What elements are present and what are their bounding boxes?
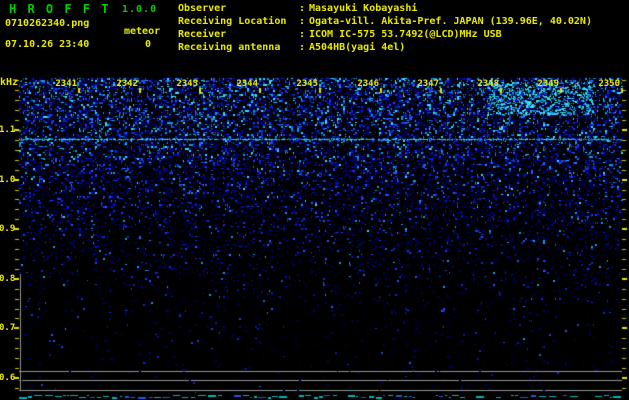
x-axis-tick-label: 2341	[55, 79, 77, 89]
info-row-receiver: Receiver: ICOM IC-575 53.7492(@LCD)MHz US…	[178, 29, 502, 40]
spectrogram-canvas	[0, 0, 629, 400]
x-axis-tick-label: 2345	[296, 79, 318, 89]
y-axis-tick-label: 0.7	[0, 323, 16, 333]
y-axis-tick-label: 0.9	[0, 224, 16, 234]
info-row-receiving-antenna: Receiving antenna: A504HB(yagi 4el)	[178, 42, 405, 53]
hrofft-screen: H R O F F T 1.0.0 0710262340.png meteor …	[0, 0, 629, 400]
y-axis-tick-label: 0.8	[0, 274, 16, 284]
x-axis-tick-label: 2349	[537, 79, 559, 89]
info-separator: :	[299, 3, 306, 14]
info-label: Receiving Location	[178, 16, 287, 27]
info-value: Masayuki Kobayashi	[309, 3, 418, 14]
x-axis-tick-label: 2343	[176, 79, 198, 89]
output-filename: 0710262340.png	[5, 18, 90, 29]
info-value: Ogata-vill. Akita-Pref. JAPAN (139.96E, …	[309, 16, 592, 27]
info-separator: :	[299, 16, 306, 27]
datetime-label: 07.10.26 23:40	[5, 39, 90, 50]
x-axis-tick-label: 2344	[236, 79, 258, 89]
meteor-count: 0	[145, 39, 152, 50]
y-axis-unit-label: kHz	[0, 77, 19, 88]
info-value: A504HB(yagi 4el)	[309, 42, 406, 53]
y-axis-tick-label: 0.6	[0, 373, 16, 383]
app-title: H R O F F T	[9, 2, 111, 16]
y-axis-tick-label: 1.1	[0, 125, 16, 135]
info-label: Receiving antenna	[178, 42, 281, 53]
mode-label: meteor	[124, 26, 161, 37]
info-row-receiving-location: Receiving Location: Ogata-vill. Akita-Pre…	[178, 16, 592, 27]
x-axis-tick-label: 2346	[357, 79, 379, 89]
info-value: ICOM IC-575 53.7492(@LCD)MHz USB	[309, 29, 502, 40]
x-axis-tick-label: 2342	[116, 79, 138, 89]
x-axis-tick-label: 2350	[598, 79, 620, 89]
info-label: Receiver	[178, 29, 227, 40]
x-axis-tick-label: 2348	[477, 79, 499, 89]
info-separator: :	[299, 29, 306, 40]
y-axis-tick-label: 1.0	[0, 175, 16, 185]
app-version: 1.0.0	[122, 4, 158, 15]
info-separator: :	[299, 42, 306, 53]
x-axis-tick-label: 2347	[417, 79, 439, 89]
info-row-observer: Observer: Masayuki Kobayashi	[178, 3, 417, 14]
info-label: Observer	[178, 3, 227, 14]
